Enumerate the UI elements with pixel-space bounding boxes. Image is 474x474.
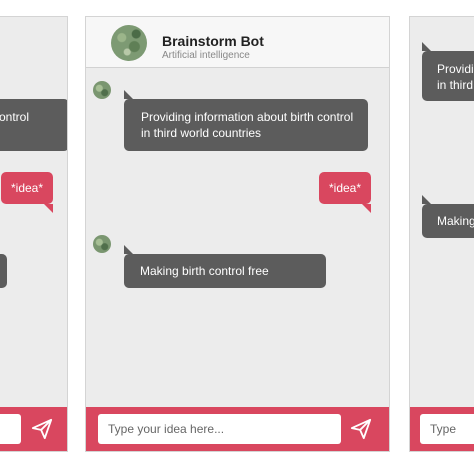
bot-message-bubble: Making xyxy=(422,195,474,238)
bot-avatar xyxy=(111,25,147,61)
bot-message-bubble: ontrol xyxy=(0,99,67,151)
bot-message-text: Making birth control free xyxy=(140,264,269,278)
bot-message-text: in third xyxy=(437,78,474,92)
bot-message-text: Providing information about birth contro… xyxy=(141,110,354,140)
user-message-bubble: *idea* xyxy=(1,172,53,213)
send-icon[interactable] xyxy=(31,418,53,440)
bot-message-text: Providi xyxy=(437,62,474,76)
bot-message-text: ontrol xyxy=(0,110,30,124)
input-bar xyxy=(86,407,389,451)
bot-message-bubble: Providing information about birth contro… xyxy=(124,90,368,151)
message-input[interactable] xyxy=(0,414,21,444)
user-message-text: *idea* xyxy=(10,181,44,195)
input-placeholder: Type xyxy=(430,422,457,436)
input-bar: Type xyxy=(410,407,474,451)
bot-subtitle: Artificial intelligence xyxy=(162,50,250,61)
input-bar xyxy=(0,407,67,451)
send-icon[interactable] xyxy=(350,418,372,440)
user-message-bubble: *idea* xyxy=(319,172,371,213)
bot-avatar xyxy=(93,235,111,253)
bot-message-bubble xyxy=(0,254,7,288)
user-message-text: *idea* xyxy=(328,181,362,195)
bot-avatar xyxy=(93,81,111,99)
bot-message-bubble: Providi in third xyxy=(422,42,474,101)
chat-panel-left: ontrol *idea* xyxy=(0,16,68,452)
chat-header: Brainstorm Bot Artificial intelligence xyxy=(86,17,389,68)
bot-name: Brainstorm Bot xyxy=(162,33,264,49)
bot-message-bubble: Making birth control free xyxy=(124,245,326,288)
bot-message-text: Making xyxy=(437,214,474,228)
message-input[interactable] xyxy=(98,414,341,444)
message-input[interactable]: Type xyxy=(420,414,474,444)
chat-panel: Brainstorm Bot Artificial intelligence P… xyxy=(85,16,390,452)
chat-panel-right: Providi in third Making Type xyxy=(409,16,474,452)
